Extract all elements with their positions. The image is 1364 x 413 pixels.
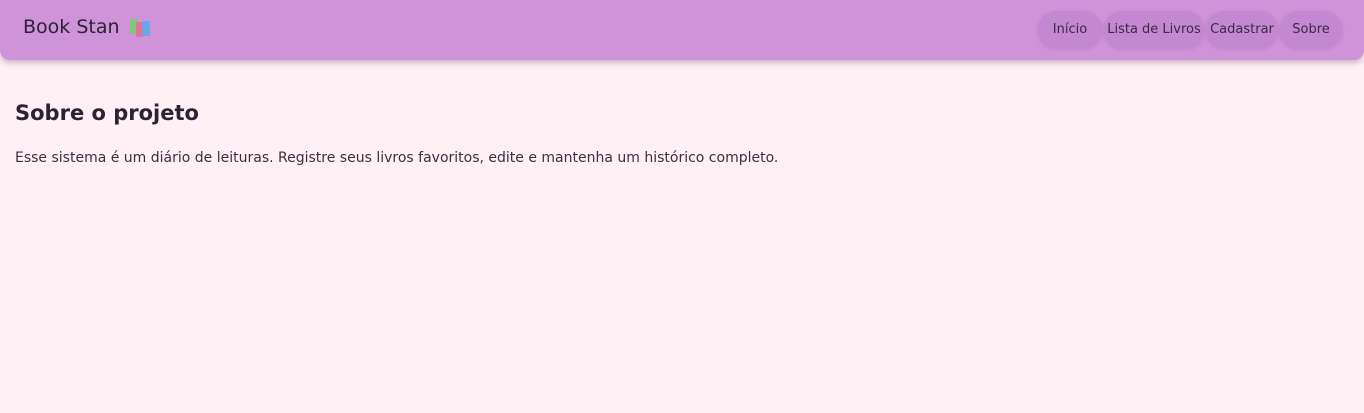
navbar: Book Stan Início Lista de Livros Cadastr… [0, 0, 1364, 60]
nav-links: Início Lista de Livros Cadastrar Sobre [1038, 11, 1342, 47]
nav-link-cadastrar[interactable]: Cadastrar [1206, 11, 1278, 47]
brand-name: Book Stan [23, 16, 120, 38]
main-content: Sobre o projeto Esse sistema é um diário… [15, 101, 778, 166]
nav-link-sobre[interactable]: Sobre [1280, 11, 1342, 47]
page-description: Esse sistema é um diário de leituras. Re… [15, 150, 779, 166]
nav-link-lista-de-livros[interactable]: Lista de Livros [1104, 11, 1204, 47]
books-icon [129, 17, 151, 37]
brand-link[interactable]: Book Stan [23, 16, 151, 38]
nav-link-inicio[interactable]: Início [1038, 11, 1102, 47]
page-title: Sobre o projeto [15, 101, 199, 125]
